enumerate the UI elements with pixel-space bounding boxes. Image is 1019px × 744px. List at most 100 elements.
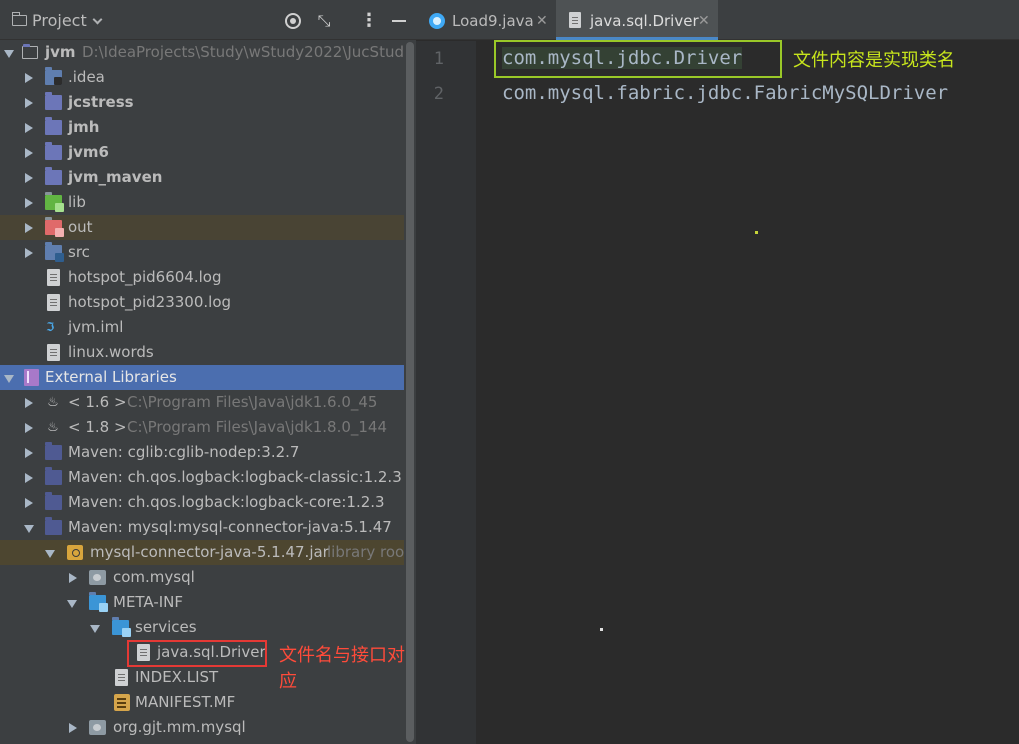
expand-arrow-icon[interactable]: [25, 398, 33, 408]
tree-row-external-libraries[interactable]: External Libraries: [0, 365, 404, 390]
module-folder-icon: [45, 167, 62, 185]
collapse-all-icon[interactable]: ⤡: [314, 11, 334, 31]
tree-row-maven-cglib[interactable]: Maven: cglib:cglib-nodep:3.2.7: [0, 440, 404, 465]
tree-row-out[interactable]: out: [0, 215, 404, 240]
annotation-content-note: 文件内容是实现类名: [793, 50, 955, 71]
project-tree[interactable]: jvm D:\IdeaProjects\Study\wStudy2022\Juc…: [0, 40, 416, 740]
tree-row-jdk18[interactable]: ♨ < 1.8 > C:\Program Files\Java\jdk1.8.0…: [0, 415, 404, 440]
tree-row-services[interactable]: services: [0, 615, 404, 640]
tree-row-maven-mysql[interactable]: Maven: mysql:mysql-connector-java:5.1.47: [0, 515, 404, 540]
jar-archive-icon: [67, 545, 83, 560]
expand-arrow-icon[interactable]: [25, 98, 33, 108]
expand-arrow-icon[interactable]: [25, 248, 33, 258]
tree-label: org.gjt.mm.mysql: [113, 718, 246, 736]
line-number: 2: [433, 84, 444, 104]
tree-label: services: [135, 618, 197, 636]
scrollbar-thumb[interactable]: [406, 42, 414, 742]
package-icon: [89, 570, 106, 585]
expand-arrow-icon[interactable]: [25, 498, 33, 508]
module-folder-icon: [45, 142, 62, 160]
tree-row-jcstress[interactable]: jcstress: [0, 90, 404, 115]
tree-label: MANIFEST.MF: [135, 693, 236, 711]
tree-row-jvm6[interactable]: jvm6: [0, 140, 404, 165]
text-file-icon: [47, 269, 60, 286]
tree-row-lib[interactable]: lib: [0, 190, 404, 215]
tree-row-log1[interactable]: hotspot_pid6604.log: [0, 265, 404, 290]
minimize-icon[interactable]: [392, 20, 406, 22]
tree-label: src: [68, 243, 90, 261]
tree-label: hotspot_pid23300.log: [68, 293, 232, 311]
locate-target-icon[interactable]: [285, 13, 301, 29]
tree-row-maven-logback-core[interactable]: Maven: ch.qos.logback:logback-core:1.2.3: [0, 490, 404, 515]
tree-row-com-mysql[interactable]: com.mysql: [0, 565, 404, 590]
expand-arrow-icon[interactable]: [45, 550, 55, 558]
tree-label: mysql-connector-java-5.1.47.jar: [90, 543, 329, 561]
tree-row-jvm-maven[interactable]: jvm_maven: [0, 165, 404, 190]
tree-row-jdk16[interactable]: ♨ < 1.6 > C:\Program Files\Java\jdk1.6.0…: [0, 390, 404, 415]
tree-row-org-gjt[interactable]: org.gjt.mm.mysql: [0, 715, 404, 740]
close-icon[interactable]: ✕: [698, 0, 710, 42]
expand-arrow-icon[interactable]: [24, 525, 34, 533]
tree-row-jvm[interactable]: jvm D:\IdeaProjects\Study\wStudy2022\Juc…: [0, 40, 416, 65]
project-scrollbar[interactable]: [404, 40, 416, 744]
expand-arrow-icon[interactable]: [90, 625, 100, 633]
expand-arrow-icon[interactable]: [4, 50, 14, 58]
expand-arrow-icon[interactable]: [69, 723, 77, 733]
expand-arrow-icon[interactable]: [25, 148, 33, 158]
expand-arrow-icon[interactable]: [25, 173, 33, 183]
tree-label: .idea: [68, 68, 105, 86]
highlight-box-class-name: [494, 40, 782, 78]
library-icon: [45, 517, 62, 535]
library-icon: [45, 442, 62, 460]
text-file-icon: [569, 12, 581, 28]
tree-row-meta-inf[interactable]: META-INF: [0, 590, 404, 615]
tree-label: com.mysql: [113, 568, 195, 586]
tab-load9-java[interactable]: Load9.java ✕: [416, 0, 554, 40]
chevron-down-icon[interactable]: [92, 14, 103, 25]
editor-area[interactable]: Load9.java ✕ java.sql.Driver ✕ 1 2 com.m…: [416, 0, 1019, 744]
tree-row-maven-logback-classic[interactable]: Maven: ch.qos.logback:logback-classic:1.…: [0, 465, 404, 490]
tree-label: Maven: ch.qos.logback:logback-classic:1.…: [68, 468, 402, 486]
folder-icon: [11, 12, 27, 26]
highlight-box-driver-file: [127, 640, 267, 667]
tree-row-jar[interactable]: mysql-connector-java-5.1.47.jar library …: [0, 540, 410, 565]
tree-path: C:\Program Files\Java\jdk1.6.0_45: [127, 393, 378, 411]
more-options-icon[interactable]: ⋮: [360, 11, 378, 31]
line-number: 1: [433, 49, 444, 69]
expand-arrow-icon[interactable]: [25, 123, 33, 133]
tree-label: Maven: ch.qos.logback:logback-core:1.2.3: [68, 493, 385, 511]
tab-label: java.sql.Driver: [590, 12, 699, 30]
services-folder-icon: [112, 617, 131, 637]
tree-row-words[interactable]: linux.words: [0, 340, 404, 365]
expand-arrow-icon[interactable]: [25, 73, 33, 83]
expand-arrow-icon[interactable]: [25, 223, 33, 233]
tree-label: lib: [68, 193, 86, 211]
idea-folder-icon: [45, 67, 62, 85]
library-icon: [45, 492, 62, 510]
tree-row-iml[interactable]: ℑ jvm.iml: [0, 315, 404, 340]
tab-java-sql-driver[interactable]: java.sql.Driver ✕: [556, 0, 718, 40]
tree-label: Maven: cglib:cglib-nodep:3.2.7: [68, 443, 300, 461]
project-view-selector[interactable]: Project: [32, 11, 87, 30]
expand-arrow-icon[interactable]: [69, 573, 77, 583]
tree-row-idea[interactable]: .idea: [0, 65, 404, 90]
tree-row-manifest[interactable]: MANIFEST.MF: [0, 690, 404, 715]
expand-arrow-icon[interactable]: [67, 600, 77, 608]
tree-row-src[interactable]: src: [0, 240, 404, 265]
meta-inf-folder-icon: [89, 592, 108, 612]
editor-tabs: Load9.java ✕ java.sql.Driver ✕: [416, 0, 1019, 40]
code-line-2[interactable]: com.mysql.fabric.jdbc.FabricMySQLDriver: [502, 82, 948, 104]
expand-arrow-icon[interactable]: [25, 473, 33, 483]
iml-file-icon: ℑ: [46, 320, 55, 334]
expand-arrow-icon[interactable]: [4, 375, 14, 383]
expand-arrow-icon[interactable]: [25, 448, 33, 458]
project-panel-header: Project ⤡ ⋮: [0, 0, 416, 40]
close-icon[interactable]: ✕: [536, 0, 548, 42]
tree-row-jmh[interactable]: jmh: [0, 115, 404, 140]
library-folder-icon: [45, 192, 64, 212]
module-folder-icon: [45, 92, 62, 110]
expand-arrow-icon[interactable]: [25, 423, 33, 433]
tree-row-log2[interactable]: hotspot_pid23300.log: [0, 290, 404, 315]
tree-path: C:\Program Files\Java\jdk1.8.0_144: [127, 418, 388, 436]
expand-arrow-icon[interactable]: [25, 198, 33, 208]
